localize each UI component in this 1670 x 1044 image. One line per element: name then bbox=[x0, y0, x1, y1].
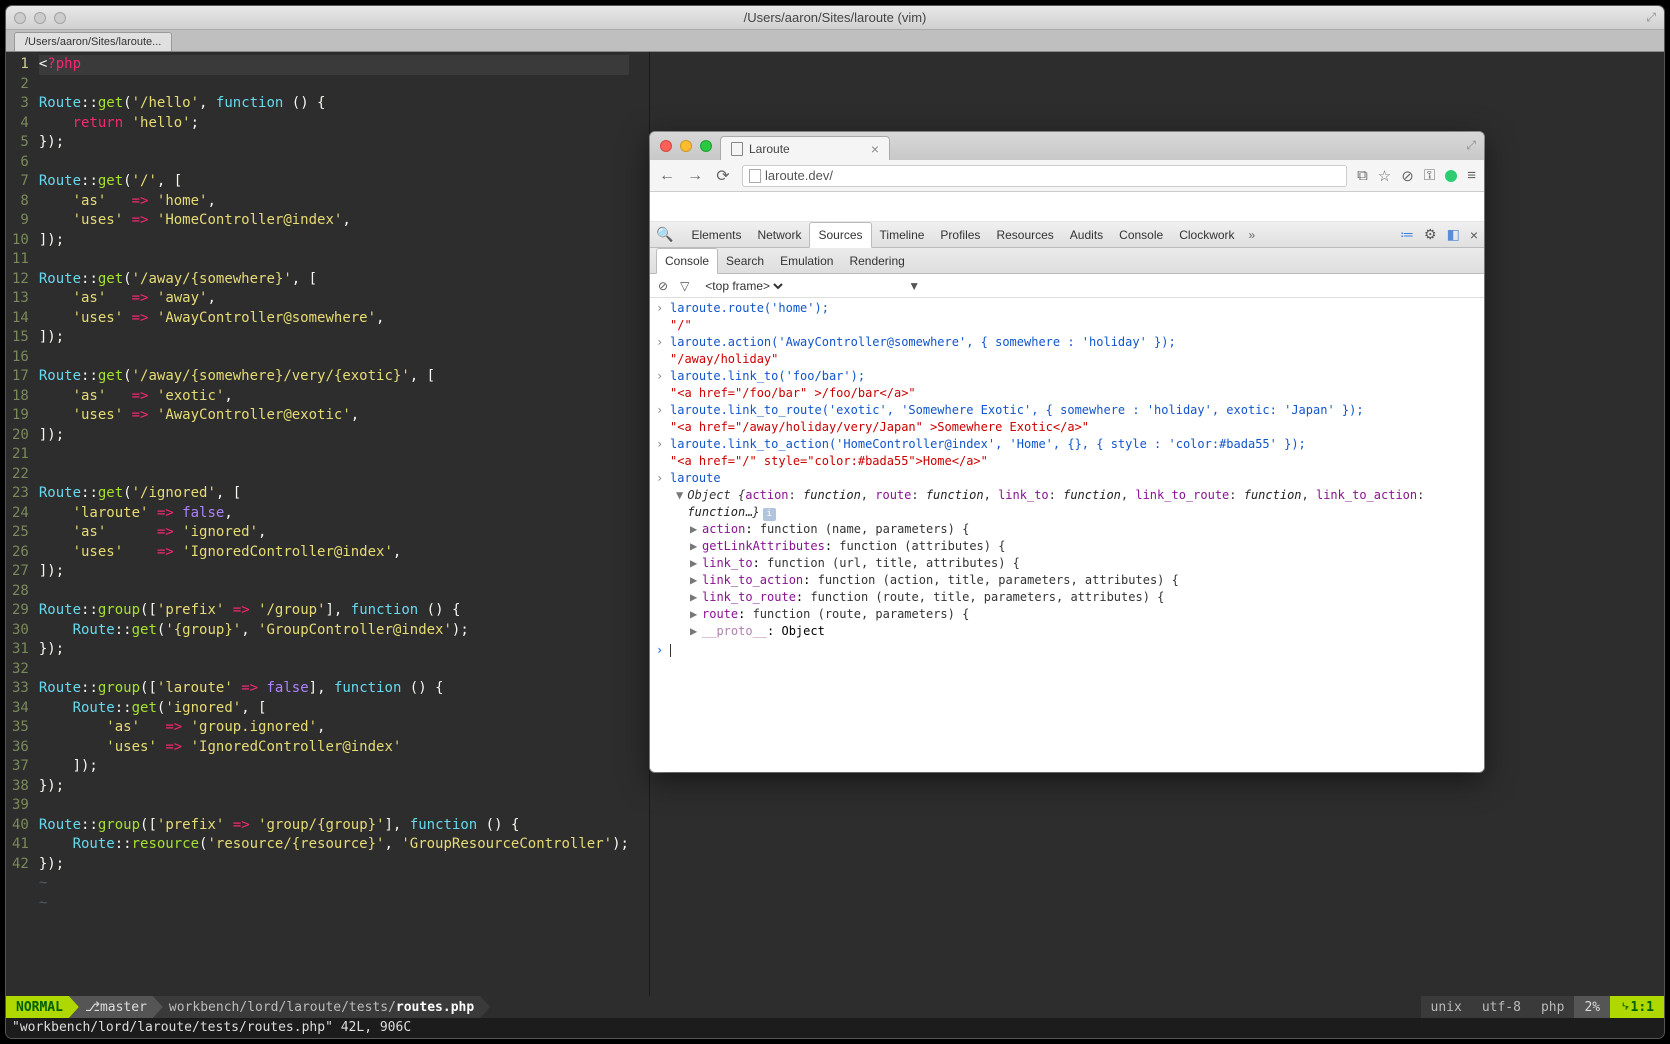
close-window-button[interactable] bbox=[14, 12, 26, 24]
vim-mode: NORMAL bbox=[6, 996, 79, 1018]
dropdown-arrow-icon[interactable]: ▼ bbox=[908, 279, 920, 293]
frame-selector[interactable]: <top frame> bbox=[701, 278, 786, 294]
overflow-icon[interactable]: » bbox=[1245, 228, 1256, 242]
chrome-toolbar: ← → ⟳ laroute.dev/ ⧉ ☆ ⊘ ⚿ ≡ bbox=[650, 160, 1484, 192]
devtools-tab-bar: 🔍 ElementsNetworkSourcesTimelineProfiles… bbox=[650, 222, 1484, 248]
inspect-icon[interactable]: 🔍 bbox=[656, 226, 673, 243]
browser-tab-title: Laroute bbox=[749, 142, 790, 156]
devtools-tab-console[interactable]: Console bbox=[1111, 223, 1171, 247]
address-bar[interactable]: laroute.dev/ bbox=[742, 165, 1347, 187]
chrome-close-button[interactable] bbox=[660, 140, 672, 152]
console-prompt[interactable]: › bbox=[650, 640, 1484, 661]
drawer-tab-search[interactable]: Search bbox=[718, 249, 772, 273]
clear-console-icon[interactable]: ⊘ bbox=[658, 279, 668, 293]
console-filter-bar: ⊘ ▽ <top frame> ▼ bbox=[650, 274, 1484, 298]
chrome-minimize-button[interactable] bbox=[680, 140, 692, 152]
fullscreen-icon[interactable]: ⤢ bbox=[1646, 10, 1656, 25]
key-icon[interactable]: ⚿ bbox=[1424, 167, 1435, 184]
editor-tab-strip: /Users/aaron/Sites/laroute... bbox=[6, 30, 1664, 52]
drawer-tab-emulation[interactable]: Emulation bbox=[772, 249, 841, 273]
zoom-window-button[interactable] bbox=[54, 12, 66, 24]
cursor-position: ␊ 1:1 bbox=[1610, 996, 1664, 1018]
devtools-tab-profiles[interactable]: Profiles bbox=[932, 223, 988, 247]
devtools-close-icon[interactable]: × bbox=[1470, 227, 1478, 243]
browser-tab[interactable]: Laroute × bbox=[720, 136, 890, 160]
vim-command-line: "workbench/lord/laroute/tests/routes.php… bbox=[6, 1018, 1664, 1038]
line-number-gutter: 1234567891011121314151617181920212223242… bbox=[6, 52, 35, 996]
reload-button[interactable]: ⟳ bbox=[714, 166, 732, 186]
drawer-toggle-icon[interactable]: ≔ bbox=[1400, 226, 1414, 243]
url-text: laroute.dev/ bbox=[765, 168, 833, 183]
minimize-window-button[interactable] bbox=[34, 12, 46, 24]
page-viewport bbox=[650, 192, 1484, 222]
block-icon[interactable]: ⊘ bbox=[1401, 167, 1414, 185]
editor-file-tab[interactable]: /Users/aaron/Sites/laroute... bbox=[14, 32, 172, 51]
devtools-tab-network[interactable]: Network bbox=[749, 223, 809, 247]
git-branch: ⎇ master bbox=[69, 996, 163, 1018]
right-editor-area: Laroute × ⤢ ← → ⟳ laroute.dev/ ⧉ ☆ bbox=[649, 52, 1664, 996]
chrome-browser-window: Laroute × ⤢ ← → ⟳ laroute.dev/ ⧉ ☆ bbox=[650, 132, 1484, 772]
vim-status-bar: NORMAL ⎇ master workbench/lord/laroute/t… bbox=[6, 996, 1664, 1018]
drawer-tab-console[interactable]: Console bbox=[656, 248, 718, 274]
dock-icon[interactable]: ◧ bbox=[1447, 226, 1460, 243]
devtools-tab-timeline[interactable]: Timeline bbox=[872, 223, 933, 247]
chrome-menu-icon[interactable]: ≡ bbox=[1467, 167, 1476, 184]
filter-icon[interactable]: ▽ bbox=[680, 279, 689, 293]
tab-close-icon[interactable]: × bbox=[871, 141, 879, 157]
window-title: /Users/aaron/Sites/laroute (vim) bbox=[6, 10, 1664, 25]
site-icon bbox=[749, 169, 761, 183]
drawer-tab-rendering[interactable]: Rendering bbox=[841, 249, 912, 273]
extension-dot-icon[interactable] bbox=[1445, 170, 1457, 182]
scroll-percent: 2% bbox=[1574, 996, 1610, 1018]
file-path: workbench/lord/laroute/tests/routes.php bbox=[153, 996, 490, 1018]
star-icon[interactable]: ☆ bbox=[1378, 167, 1391, 185]
devtools-tab-clockwork[interactable]: Clockwork bbox=[1171, 223, 1242, 247]
console-output[interactable]: ›laroute.route('home'); "/"›laroute.acti… bbox=[650, 298, 1484, 772]
code-editor-pane[interactable]: 1234567891011121314151617181920212223242… bbox=[6, 52, 649, 996]
devtools-panel: 🔍 ElementsNetworkSourcesTimelineProfiles… bbox=[650, 222, 1484, 772]
devtools-drawer-tabs: ConsoleSearchEmulationRendering bbox=[650, 248, 1484, 274]
file-type: php bbox=[1531, 996, 1574, 1018]
devtools-tab-resources[interactable]: Resources bbox=[988, 223, 1061, 247]
code-text[interactable]: <?php Route::get('/hello', function () {… bbox=[35, 52, 633, 996]
devtools-tab-elements[interactable]: Elements bbox=[683, 223, 749, 247]
macos-titlebar: /Users/aaron/Sites/laroute (vim) ⤢ bbox=[6, 6, 1664, 30]
devtools-tab-sources[interactable]: Sources bbox=[809, 222, 871, 248]
devtools-tab-audits[interactable]: Audits bbox=[1062, 223, 1111, 247]
settings-gear-icon[interactable]: ⚙ bbox=[1424, 226, 1437, 243]
page-icon bbox=[731, 142, 743, 156]
file-encoding: utf-8 bbox=[1472, 996, 1531, 1018]
chrome-zoom-button[interactable] bbox=[700, 140, 712, 152]
chrome-fullscreen-icon[interactable]: ⤢ bbox=[1466, 138, 1476, 153]
back-button[interactable]: ← bbox=[658, 167, 676, 185]
forward-button[interactable]: → bbox=[686, 167, 704, 185]
bookmark-tabs-icon[interactable]: ⧉ bbox=[1357, 167, 1368, 184]
chrome-tab-strip: Laroute × ⤢ bbox=[650, 132, 1484, 160]
file-format: unix bbox=[1421, 996, 1472, 1018]
